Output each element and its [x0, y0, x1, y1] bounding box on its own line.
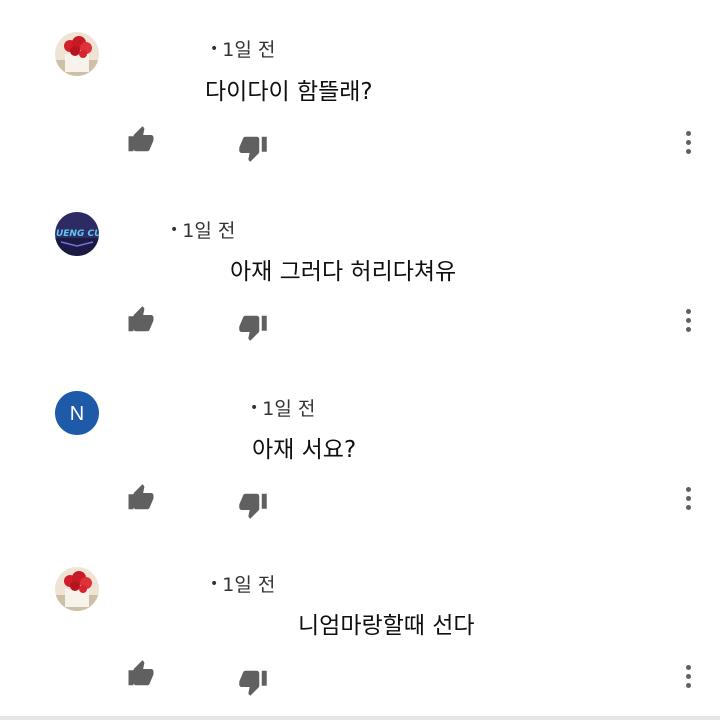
thumb-up-icon — [128, 126, 154, 152]
more-vertical-icon — [680, 131, 696, 154]
more-options-button[interactable] — [680, 309, 696, 339]
avatar[interactable] — [55, 32, 99, 76]
like-button[interactable] — [126, 125, 156, 155]
comment-item: • 1일 전 다이다이 함뜰래? — [0, 0, 720, 178]
comment-timestamp: • 1일 전 — [170, 216, 235, 243]
timestamp-text: 1일 전 — [222, 39, 276, 61]
thumb-up-icon — [128, 484, 154, 510]
thumb-down-icon — [239, 670, 267, 696]
comment-timestamp: • 1일 전 — [210, 570, 275, 597]
comment-list: • 1일 전 다이다이 함뜰래? JUENG CU • 1일 전 아재 그러다 … — [0, 0, 720, 720]
more-options-button[interactable] — [680, 487, 696, 517]
dislike-button[interactable] — [238, 133, 268, 163]
comment-item: N • 1일 전 아재 서요? — [0, 356, 720, 534]
svg-text:N: N — [70, 403, 84, 425]
bullet-dot: • — [210, 41, 219, 57]
bottom-divider — [0, 716, 720, 720]
comment-text: 아재 서요? — [252, 437, 357, 463]
timestamp-text: 1일 전 — [262, 398, 316, 420]
comment-text: 아재 그러다 허리다쳐유 — [230, 259, 457, 285]
comment-timestamp: • 1일 전 — [210, 35, 275, 62]
comment-timestamp: • 1일 전 — [250, 394, 315, 421]
more-vertical-icon — [680, 309, 696, 332]
rose-bouquet-icon — [55, 567, 99, 611]
thumb-up-icon — [128, 306, 154, 332]
bullet-dot: • — [170, 222, 179, 238]
letter-avatar-icon: N — [55, 391, 99, 435]
avatar[interactable] — [55, 567, 99, 611]
avatar[interactable]: N — [55, 391, 99, 435]
more-vertical-icon — [680, 487, 696, 510]
jueng-cu-logo-icon: JUENG CU — [55, 212, 99, 256]
avatar[interactable]: JUENG CU — [55, 212, 99, 256]
bullet-dot: • — [210, 576, 219, 592]
comment-item: • 1일 전 니엄마랑할때 선다 — [0, 534, 720, 712]
svg-text:JUENG CU: JUENG CU — [55, 229, 99, 239]
more-vertical-icon — [680, 665, 696, 688]
more-options-button[interactable] — [680, 665, 696, 695]
timestamp-text: 1일 전 — [222, 574, 276, 596]
dislike-button[interactable] — [238, 667, 268, 697]
like-button[interactable] — [126, 305, 156, 335]
timestamp-text: 1일 전 — [182, 220, 236, 242]
dislike-button[interactable] — [238, 490, 268, 520]
thumb-up-icon — [128, 660, 154, 686]
thumb-down-icon — [239, 136, 267, 162]
like-button[interactable] — [126, 659, 156, 689]
comment-text: 다이다이 함뜰래? — [205, 79, 373, 105]
more-options-button[interactable] — [680, 131, 696, 161]
comment-text: 니엄마랑할때 선다 — [298, 613, 475, 639]
like-button[interactable] — [126, 483, 156, 513]
dislike-button[interactable] — [238, 312, 268, 342]
rose-bouquet-icon — [55, 32, 99, 76]
comment-item: JUENG CU • 1일 전 아재 그러다 허리다쳐유 — [0, 178, 720, 356]
bullet-dot: • — [250, 400, 259, 416]
thumb-down-icon — [239, 315, 267, 341]
thumb-down-icon — [239, 493, 267, 519]
